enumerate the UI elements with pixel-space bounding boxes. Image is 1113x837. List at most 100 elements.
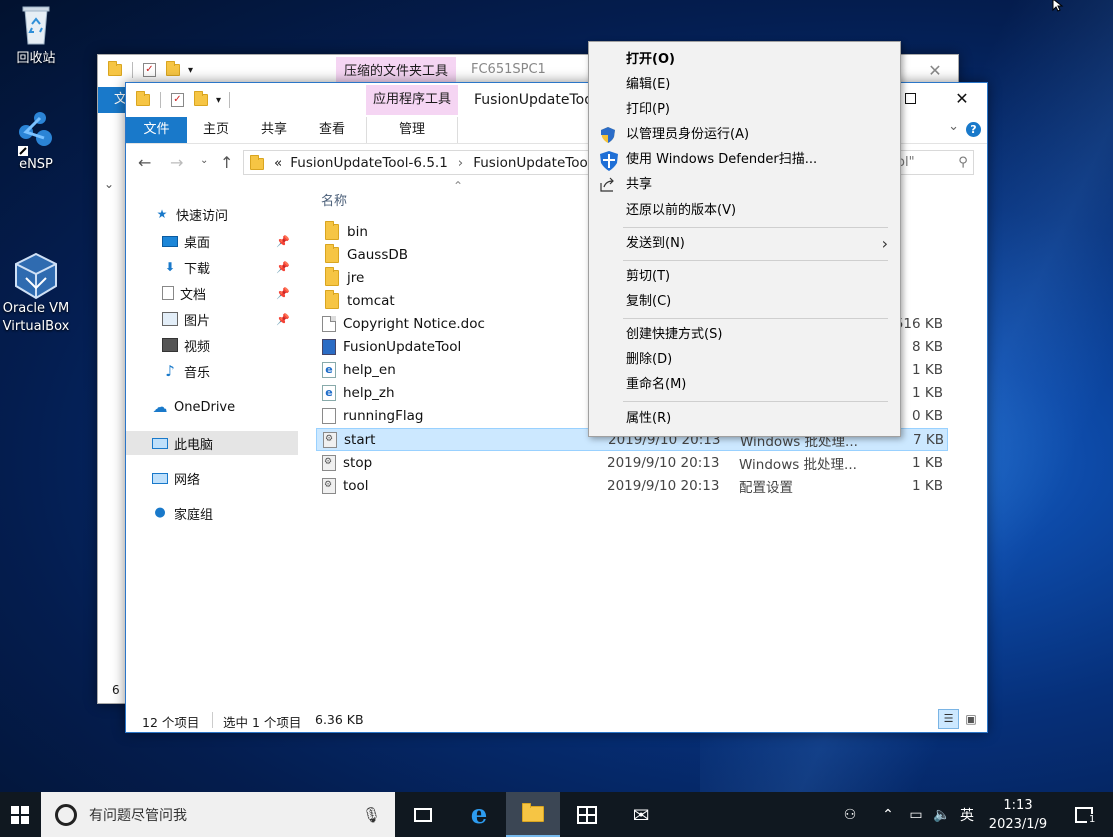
address-overflow[interactable]: « [274,155,282,171]
sidebar-item-documents[interactable]: 文档 📌 [126,281,298,305]
tab-home[interactable]: 主页 [188,117,244,143]
menu-item-cut[interactable]: 剪切(T) [589,264,900,289]
desktop-icon-ensp[interactable]: eNSP [0,108,72,174]
breadcrumb-item[interactable]: FusionUpdateTool [473,155,591,171]
task-view-button[interactable] [396,792,450,837]
defender-icon [599,151,618,171]
menu-item-properties[interactable]: 属性(R) [589,406,900,431]
document-file-icon [322,315,336,332]
folder-icon [325,266,339,286]
sidebar-item-music[interactable]: ♪ 音乐 [126,359,298,383]
menu-item-defender-scan[interactable]: 使用 Windows Defender扫描... [589,147,900,172]
search-placeholder: 有问题尽管问我 [89,807,187,824]
taskbar-mail[interactable]: ✉ [614,792,668,837]
menu-item-open[interactable]: 打开(O) [589,47,900,72]
sidebar-item-quick-access[interactable]: ★ 快速访问 [126,202,298,226]
new-folder-icon[interactable] [166,61,180,76]
menu-item-edit[interactable]: 编辑(E) [589,72,900,97]
list-item[interactable]: tool2019/9/10 20:13配置设置1 KB [316,474,948,497]
desktop-icon-recycle-bin[interactable]: 回收站 [0,2,72,68]
breadcrumb-separator[interactable]: › [458,155,463,171]
file-explorer-icon [522,802,544,822]
properties-icon[interactable]: ✓ [171,93,184,107]
batch-file-icon [322,454,336,471]
menu-item-delete[interactable]: 删除(D) [589,347,900,372]
taskbar-search-box[interactable]: 有问题尽管问我 🎙 [41,792,395,837]
sidebar-item-this-pc[interactable]: 此电脑 [126,431,298,455]
close-button[interactable]: ✕ [912,55,958,85]
list-item[interactable]: stop2019/9/10 20:13Windows 批处理...1 KB [316,451,948,474]
menu-item-rename[interactable]: 重命名(M) [589,372,900,397]
context-tab-application-tools[interactable]: 应用程序工具 [366,85,458,115]
store-icon [577,805,597,824]
expand-arrow-icon[interactable]: ⌄ [104,177,114,191]
cloud-icon: ☁ [152,398,168,416]
clock-date: 2023/1/9 [988,816,1048,832]
microphone-icon[interactable]: 🎙 [362,806,381,824]
windows-logo-icon [11,805,29,824]
properties-icon[interactable]: ✓ [143,63,156,77]
taskbar-store[interactable] [560,792,614,837]
menu-item-copy[interactable]: 复制(C) [589,289,900,314]
start-button[interactable] [0,792,40,837]
sidebar-item-network[interactable]: 网络 [126,466,298,490]
html-file-icon: e [322,384,336,401]
network-warning-icon: ▭ [909,806,923,823]
application-icon [322,338,336,355]
sidebar-item-onedrive[interactable]: ☁ OneDrive [126,395,298,419]
sidebar-item-homegroup[interactable]: ● 家庭组 [126,501,298,525]
taskbar-edge[interactable]: e [452,792,506,837]
volume-button[interactable]: 🔈 [930,792,954,837]
maximize-icon [904,92,916,104]
menu-item-send-to[interactable]: 发送到(N) › [589,231,900,256]
menu-item-restore-versions[interactable]: 还原以前的版本(V) [589,198,900,223]
sidebar-item-downloads[interactable]: ⬇ 下载 📌 [126,255,298,279]
pin-icon[interactable]: 📌 [276,287,290,300]
customize-qat-icon[interactable]: ▾ [216,95,221,106]
help-icon[interactable]: ? [966,122,981,137]
menu-item-run-as-admin[interactable]: 以管理员身份运行(A) [589,122,900,147]
up-button[interactable]: ↑ [220,153,233,172]
quick-access-toolbar: ✓ ▾ [108,55,193,85]
tab-view[interactable]: 查看 [304,117,360,143]
sidebar-item-videos[interactable]: 视频 [126,333,298,357]
back-button[interactable]: ← [138,153,151,172]
document-icon [162,286,174,300]
music-icon: ♪ [165,362,175,380]
ribbon-expand-icon[interactable]: ⌄ [948,119,959,134]
folder-icon [325,220,339,240]
folder-icon [136,91,150,106]
menu-item-share[interactable]: 共享 [589,172,900,197]
forward-button[interactable]: → [170,153,183,172]
desktop-icon-virtualbox[interactable]: Oracle VM VirtualBox [0,216,72,354]
action-center-button[interactable]: 1 [1066,792,1102,837]
taskbar-file-explorer[interactable] [506,792,560,837]
breadcrumb-item[interactable]: FusionUpdateTool-6.5.1 [290,155,448,171]
network-status[interactable]: ▭ [904,792,928,837]
menu-item-create-shortcut[interactable]: 创建快捷方式(S) [589,322,900,347]
tab-share[interactable]: 共享 [246,117,302,143]
config-file-icon [322,477,336,494]
clock[interactable]: 1:13 2023/1/9 [980,792,1056,837]
close-button[interactable]: ✕ [939,83,985,113]
details-view-button[interactable]: ☰ [938,709,959,729]
pin-icon[interactable]: 📌 [276,313,290,326]
pin-icon[interactable]: 📌 [276,235,290,248]
new-folder-icon[interactable] [194,91,208,106]
people-button[interactable]: ⚇ [838,792,862,837]
tab-file[interactable]: 文件 [126,117,187,143]
status-item-count: 12 个项目 [142,715,200,730]
sidebar-item-desktop[interactable]: 桌面 📌 [126,229,298,253]
menu-separator [623,227,888,228]
column-header-name[interactable]: 名称 [321,190,347,209]
input-method-indicator[interactable]: 英 [955,792,979,837]
show-hidden-icons-button[interactable]: ⌃ [876,792,900,837]
menu-item-print[interactable]: 打印(P) [589,97,900,122]
tab-manage[interactable]: 管理 [366,117,458,143]
large-icons-view-button[interactable]: ▣ [961,709,981,729]
recent-locations-icon[interactable]: ⌄ [200,155,208,166]
customize-qat-icon[interactable]: ▾ [188,65,193,76]
sidebar-item-pictures[interactable]: 图片 📌 [126,307,298,331]
pin-icon[interactable]: 📌 [276,261,290,274]
status-selected: 选中 1 个项目 [223,715,302,730]
